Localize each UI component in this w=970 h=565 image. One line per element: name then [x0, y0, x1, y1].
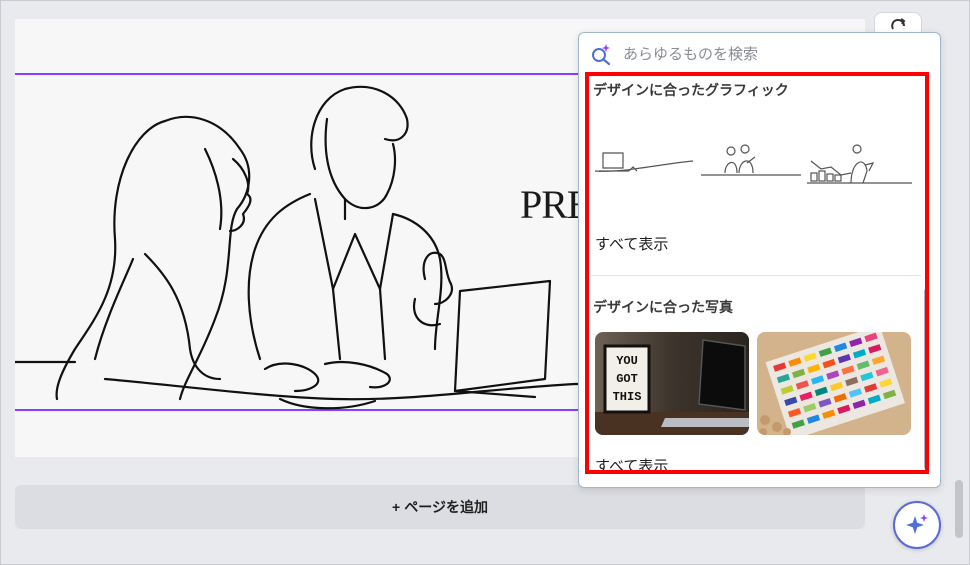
panel-scrollbar[interactable] — [924, 289, 928, 469]
sign-line-2: GOT — [616, 372, 638, 386]
people-meeting-graphic[interactable] — [701, 143, 801, 193]
magic-search-panel: デザインに合ったグラフィック すべて表示 デザインに合った写真 — [578, 32, 941, 488]
sparkle-icon — [906, 514, 928, 534]
search-input[interactable] — [621, 44, 905, 64]
you-got-this-photo[interactable]: YOU GOT THIS — [595, 332, 749, 435]
search-bar — [579, 33, 940, 75]
magic-search-icon — [592, 44, 611, 66]
magic-assistant-button[interactable] — [893, 501, 941, 549]
add-page-label: ページを追加 — [404, 499, 488, 515]
refresh-icon — [891, 18, 906, 30]
page-scrollbar[interactable] — [955, 480, 963, 538]
colored-threads-photo[interactable] — [757, 332, 911, 435]
add-page-button[interactable]: + ページを追加 — [15, 485, 865, 529]
laptop-on-desk-graphic[interactable] — [593, 143, 693, 193]
graphics-section-title: デザインに合ったグラフィック — [593, 82, 789, 98]
photos-show-all-link[interactable]: すべて表示 — [595, 455, 668, 476]
photos-section-title: デザインに合った写真 — [593, 299, 733, 315]
section-divider — [591, 275, 921, 276]
you-got-this-image: YOU GOT THIS — [595, 332, 749, 435]
plus-icon: + — [392, 499, 401, 515]
graphics-show-all-link[interactable]: すべて表示 — [595, 233, 668, 254]
presenter-chart-graphic[interactable] — [807, 141, 917, 196]
sign-line-1: YOU — [616, 354, 638, 368]
colored-threads-image — [757, 332, 911, 435]
sign-line-3: THIS — [613, 390, 642, 404]
